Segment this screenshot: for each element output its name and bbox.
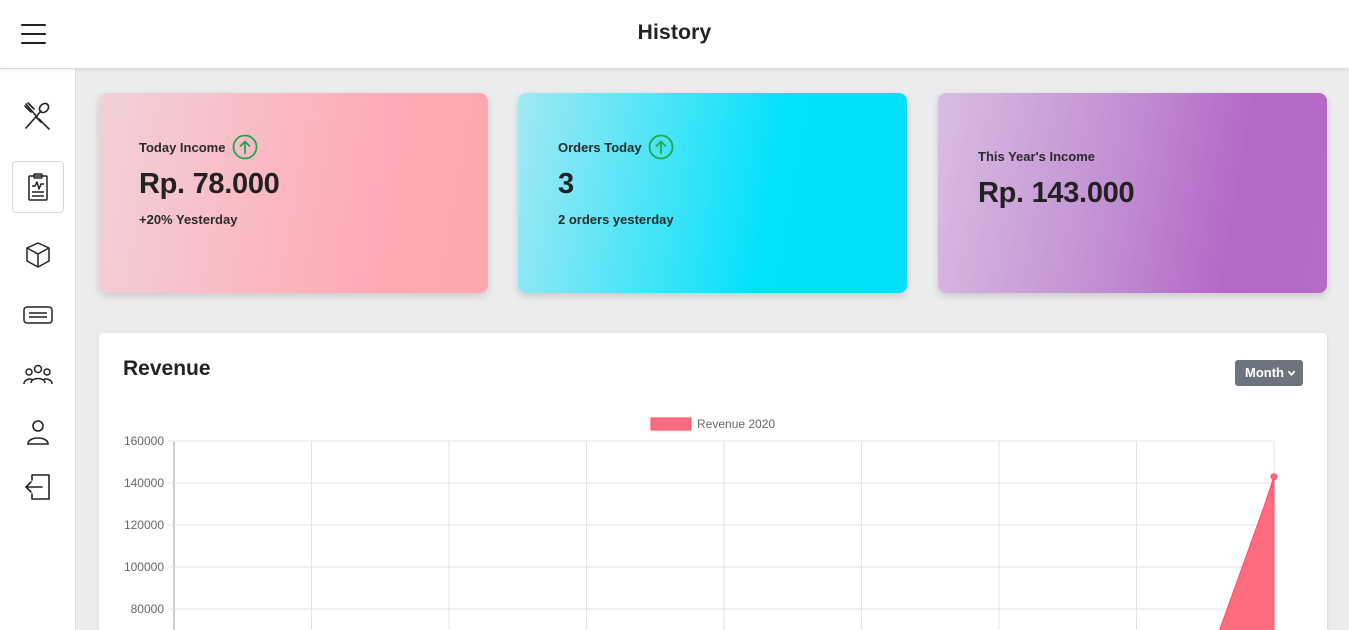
page-title: History [637, 21, 712, 44]
top-bar: History [0, 0, 1349, 69]
y-tick-label: 120000 [124, 518, 164, 532]
y-tick-label: 140000 [124, 476, 164, 490]
y-tick-label: 100000 [124, 560, 164, 574]
y-tick-label: 80000 [131, 602, 165, 616]
revenue-chart: 160000 140000 120000 100000 80000 Revenue 202… [124, 417, 1278, 630]
legend-label: Revenue 2020 [697, 417, 775, 431]
y-tick-label: 160000 [124, 434, 164, 448]
data-point [1270, 473, 1278, 481]
series-area [1219, 476, 1275, 630]
legend-swatch [650, 417, 692, 431]
